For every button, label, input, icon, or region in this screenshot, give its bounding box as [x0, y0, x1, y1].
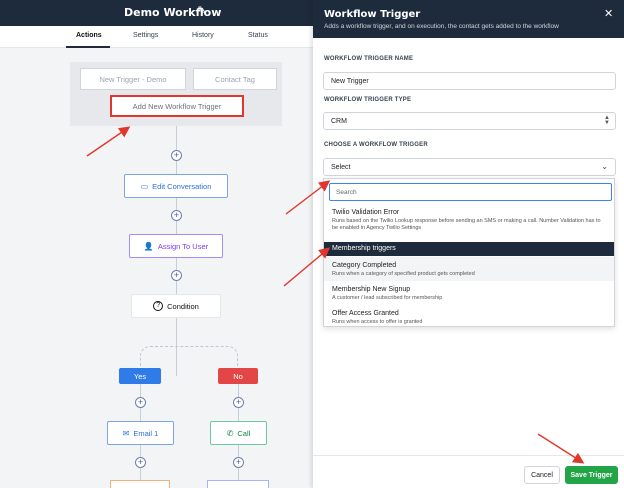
node-condition[interactable]: ? Condition — [131, 294, 221, 318]
option-desc: Runs when a category of specified produc… — [332, 271, 475, 277]
panel-title: Workflow Trigger — [324, 9, 421, 20]
branch-yes[interactable]: Yes — [119, 368, 161, 384]
trigger-area: New Trigger - Demo Contact Tag Add New W… — [70, 62, 282, 126]
node-email-1[interactable]: ✉ Email 1 — [107, 421, 174, 445]
node-label: Email 1 — [133, 428, 159, 438]
workflow-title: Demo Workflow — [124, 6, 222, 19]
choose-trigger-label: CHOOSE A WORKFLOW TRIGGER — [324, 142, 428, 148]
trigger-name-label: WORKFLOW TRIGGER NAME — [324, 56, 414, 62]
node-label: Edit Conversation — [152, 181, 212, 191]
add-new-trigger-button[interactable]: Add New Workflow Trigger — [110, 95, 244, 117]
option-title: Twilio Validation Error — [332, 209, 400, 216]
search-input[interactable]: Search — [329, 183, 612, 201]
node-label: Call — [237, 428, 251, 438]
branch-connector — [140, 346, 238, 366]
cancel-button[interactable]: Cancel — [524, 466, 560, 484]
active-tab-indicator — [66, 46, 110, 48]
next-node-partial — [110, 480, 170, 488]
trigger-type-select[interactable]: CRM ▲ ▼ — [323, 112, 616, 130]
option-group-membership-triggers: Membership triggers — [324, 242, 614, 256]
add-step-plus-icon[interactable]: + — [171, 150, 182, 161]
save-trigger-button[interactable]: Save Trigger — [565, 466, 618, 484]
option-twilio-validation-error[interactable]: Twilio Validation Error Runs based on th… — [324, 209, 614, 232]
option-membership-new-signup[interactable]: Membership New Signup A customer / lead … — [324, 286, 614, 302]
branch-no[interactable]: No — [218, 368, 258, 384]
trigger-new-trigger-demo[interactable]: New Trigger - Demo — [80, 68, 186, 90]
user-icon: 👤 — [143, 241, 154, 251]
search-placeholder: Search — [336, 188, 357, 196]
tab-actions[interactable]: Actions — [76, 32, 102, 39]
tab-status[interactable]: Status — [248, 32, 268, 39]
message-icon: ▭ — [140, 181, 149, 191]
option-title: Category Completed — [332, 262, 397, 269]
question-icon: ? — [153, 301, 164, 311]
panel-footer: Cancel Save Trigger — [313, 455, 624, 488]
node-edit-conversation[interactable]: ▭ Edit Conversation — [124, 174, 228, 198]
option-title: Membership New Signup — [332, 286, 411, 293]
panel-subtitle: Adds a workflow trigger, and on executio… — [324, 23, 559, 30]
next-node-partial — [207, 480, 269, 488]
trigger-contact-tag[interactable]: Contact Tag — [193, 68, 277, 90]
choose-trigger-select[interactable]: Select ⌄ — [323, 158, 616, 176]
node-assign-to-user[interactable]: 👤 Assign To User — [129, 234, 223, 258]
chevron-down-icon: ⌄ — [601, 162, 608, 171]
option-desc: Runs based on the Twilio Lookup response… — [332, 218, 601, 231]
trigger-name-input[interactable]: New Trigger — [323, 72, 616, 90]
panel-header: Workflow Trigger Adds a workflow trigger… — [313, 0, 624, 38]
option-category-completed[interactable]: Category Completed Runs when a category … — [324, 257, 614, 281]
option-desc: Runs when access to offer is granted — [332, 319, 423, 325]
node-label: Condition — [167, 301, 199, 311]
workflow-trigger-panel: Workflow Trigger Adds a workflow trigger… — [313, 0, 624, 488]
choose-trigger-value: Select — [331, 163, 351, 171]
option-group-title: Membership triggers — [332, 245, 396, 252]
pencil-icon[interactable]: ✎ — [197, 4, 206, 17]
trigger-name-value: New Trigger — [331, 77, 369, 85]
option-desc: A customer / lead subscribed for members… — [332, 295, 443, 301]
close-icon[interactable]: ✕ — [604, 7, 613, 20]
phone-icon: ✆ — [226, 428, 234, 438]
trigger-type-label: WORKFLOW TRIGGER TYPE — [324, 97, 412, 103]
builder-header: Demo Workflow ✎ — [0, 0, 316, 26]
add-step-plus-icon[interactable]: + — [171, 210, 182, 221]
add-step-plus-icon[interactable]: + — [233, 397, 244, 408]
tab-settings[interactable]: Settings — [133, 32, 158, 39]
option-offer-access-granted[interactable]: Offer Access Granted Runs when access to… — [324, 310, 614, 326]
envelope-icon: ✉ — [122, 428, 130, 438]
select-arrows-icon: ▲ ▼ — [604, 115, 610, 126]
add-step-plus-icon[interactable]: + — [135, 397, 146, 408]
builder-tabs: Actions Settings History Status — [0, 26, 316, 48]
option-title: Offer Access Granted — [332, 310, 399, 317]
node-call[interactable]: ✆ Call — [210, 421, 267, 445]
add-step-plus-icon[interactable]: + — [171, 270, 182, 281]
add-step-plus-icon[interactable]: + — [135, 457, 146, 468]
add-step-plus-icon[interactable]: + — [233, 457, 244, 468]
trigger-dropdown: Search Twilio Validation Error Runs base… — [323, 178, 615, 327]
node-label: Assign To User — [157, 241, 209, 251]
tab-history[interactable]: History — [192, 32, 214, 39]
trigger-type-value: CRM — [331, 117, 347, 125]
workflow-builder: Demo Workflow ✎ Actions Settings History… — [0, 0, 316, 488]
